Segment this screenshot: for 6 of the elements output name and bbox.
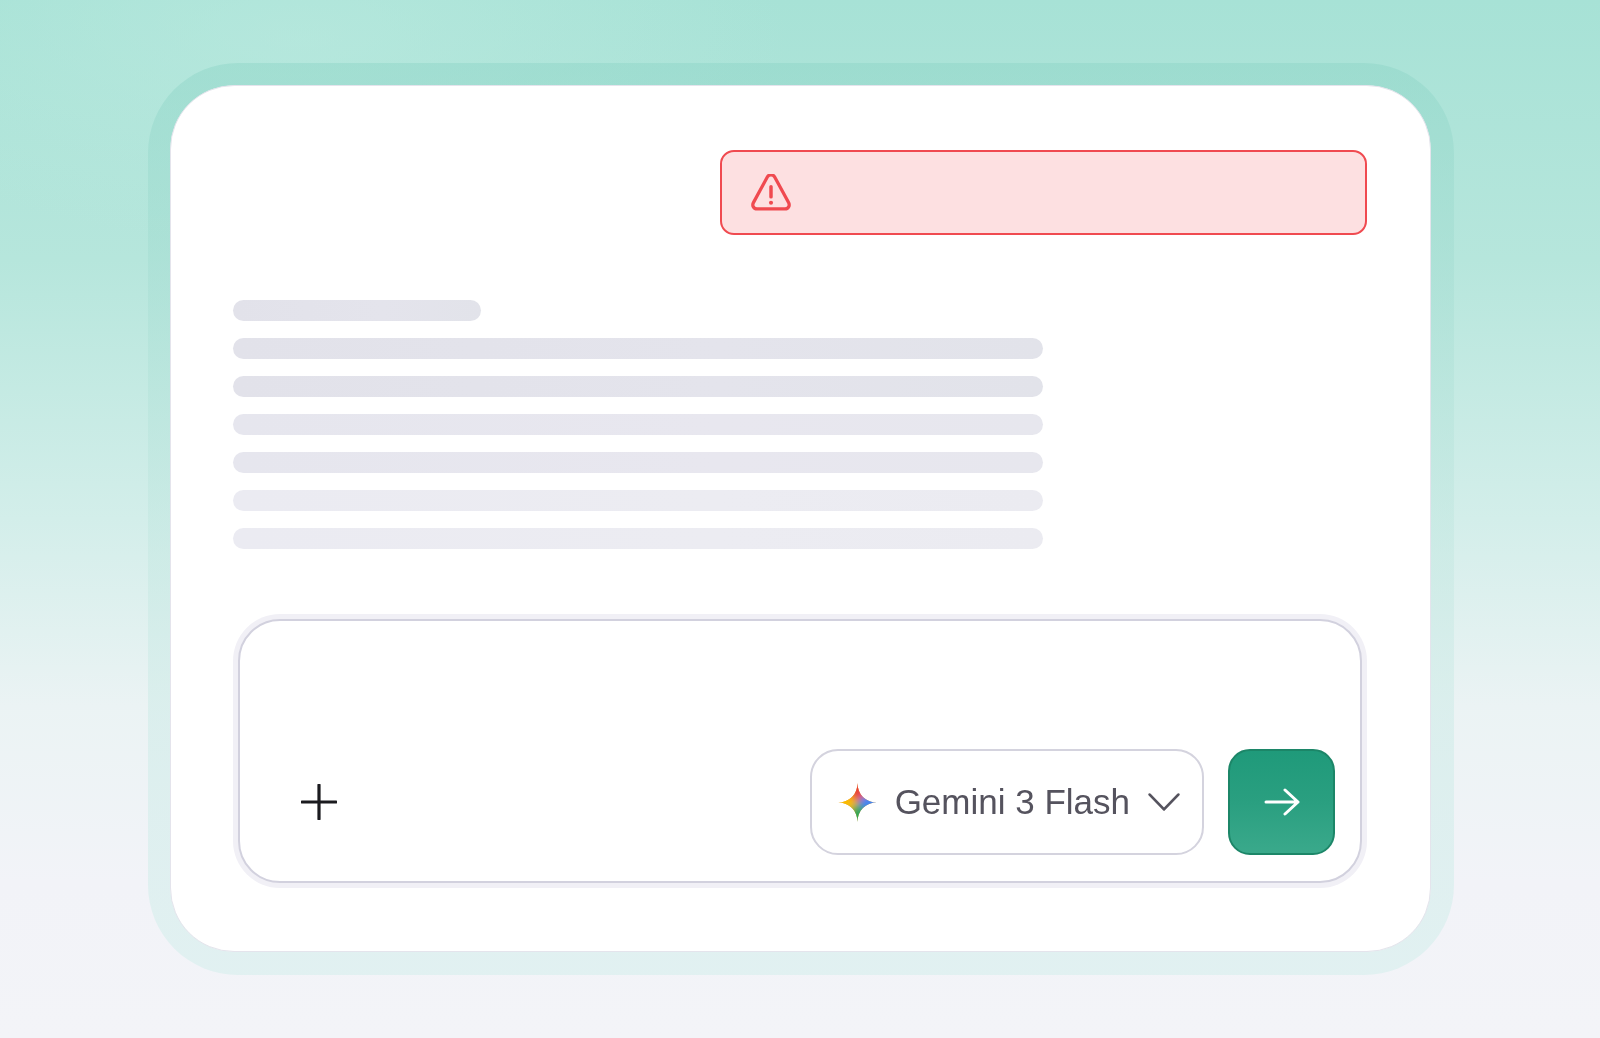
arrow-right-icon <box>1263 788 1300 816</box>
model-selector[interactable]: Gemini 3 Flash <box>809 749 1204 855</box>
warning-icon <box>750 173 792 212</box>
plus-icon <box>301 784 337 820</box>
chevron-down-icon <box>1148 793 1180 811</box>
send-button[interactable] <box>1228 749 1335 855</box>
